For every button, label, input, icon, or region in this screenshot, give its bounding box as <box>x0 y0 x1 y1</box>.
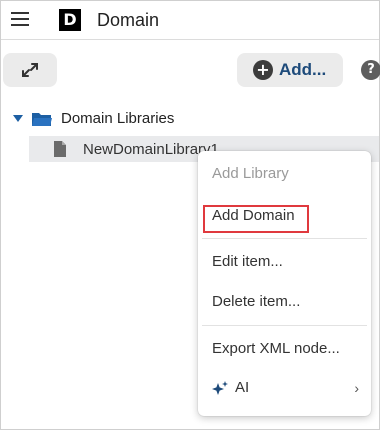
menu-divider <box>202 325 367 326</box>
menu-divider <box>202 238 367 239</box>
add-button-label: Add... <box>279 60 327 79</box>
hamburger-menu-icon[interactable] <box>11 12 29 26</box>
menu-item-ai[interactable]: AI › <box>198 370 371 406</box>
menu-item-delete-item[interactable]: Delete item... <box>198 284 371 320</box>
caret-down-icon[interactable] <box>13 115 23 122</box>
menu-item-export-xml-node[interactable]: Export XML node... <box>198 331 371 367</box>
page-title: Domain <box>97 10 160 30</box>
tree-node-domain-libraries[interactable]: Domain Libraries <box>1 107 379 131</box>
help-icon[interactable]: ? <box>361 60 380 80</box>
app-header: D Domain <box>1 1 379 40</box>
plus-circle-icon: + <box>253 60 273 80</box>
menu-item-add-library: Add Library <box>212 165 289 182</box>
context-menu: Add Library Add Domain Edit item... Dele… <box>198 151 371 416</box>
ai-sparkle-icon <box>212 381 228 395</box>
app-logo: D <box>59 9 81 31</box>
add-button[interactable]: + Add... <box>237 53 343 87</box>
tree-node-label: Domain Libraries <box>61 110 175 127</box>
menu-item-edit-item[interactable]: Edit item... <box>198 244 371 280</box>
expand-icon <box>22 63 38 77</box>
app-frame: D Domain + Add... ? Domain Libraries New… <box>0 0 380 430</box>
expand-button[interactable] <box>3 53 57 87</box>
folder-icon <box>32 113 52 126</box>
document-icon <box>54 141 66 157</box>
chevron-right-icon: › <box>354 380 359 396</box>
menu-item-add-domain[interactable]: Add Domain <box>198 198 371 234</box>
